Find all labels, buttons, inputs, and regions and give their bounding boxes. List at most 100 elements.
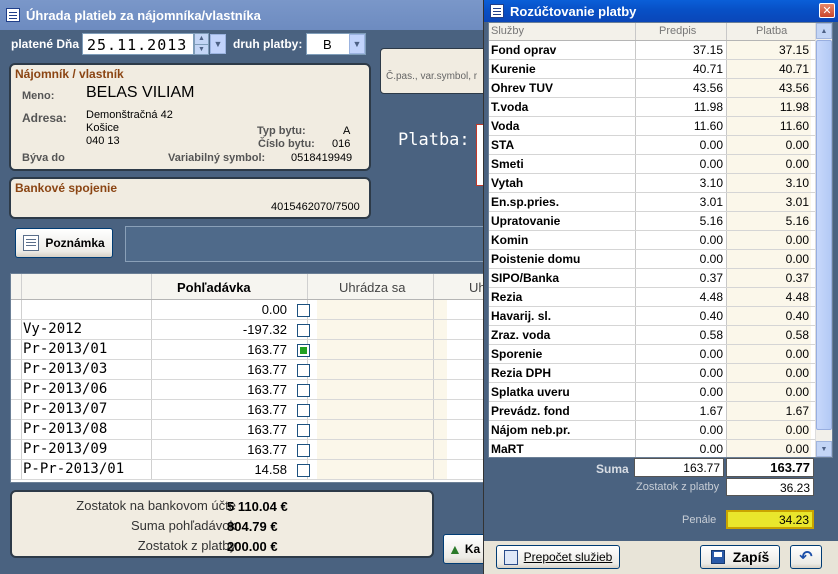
platba-cell[interactable]: 0.40: [727, 307, 811, 325]
spin-down-icon[interactable]: ▼: [195, 43, 208, 55]
chevron-down-icon[interactable]: ▼: [349, 34, 365, 54]
table-row[interactable]: Splatka uveru 0.00 0.00: [489, 383, 832, 402]
platba-cell[interactable]: 40.71: [727, 60, 811, 78]
table-row[interactable]: Pr-2013/03 163.77: [11, 360, 489, 380]
platba-cell[interactable]: 37.15: [727, 41, 811, 59]
platba-cell[interactable]: 0.00: [727, 383, 811, 401]
platba-cell[interactable]: 3.01: [727, 193, 811, 211]
payment-type-select[interactable]: B ▼: [306, 33, 366, 55]
table-row[interactable]: Pr-2013/09 163.77: [11, 440, 489, 460]
payment-type-label: druh platby:: [233, 37, 303, 51]
table-row[interactable]: Pr-2013/06 163.77: [11, 380, 489, 400]
platba-cell[interactable]: 0.58: [727, 326, 811, 344]
table-row[interactable]: Rezia DPH 0.00 0.00: [489, 364, 832, 383]
platba-cell[interactable]: 1.67: [727, 402, 811, 420]
platba-cell[interactable]: 0.00: [727, 345, 811, 363]
payment-window-titlebar[interactable]: Úhrada platieb za nájomníka/vlastníka: [0, 0, 490, 30]
recalculate-services-button[interactable]: Prepočet služieb: [496, 545, 620, 569]
payment-cell[interactable]: [317, 380, 447, 399]
table-row[interactable]: Pr-2013/01 163.77: [11, 340, 489, 360]
platba-cell[interactable]: 4.48: [727, 288, 811, 306]
row-checkbox[interactable]: [297, 444, 310, 457]
platba-cell[interactable]: 0.00: [727, 364, 811, 382]
tenant-panel: Nájomník / vlastník Meno: BELAS VILIAM A…: [9, 63, 371, 171]
payment-cell[interactable]: [317, 420, 447, 439]
table-row[interactable]: En.sp.pries. 3.01 3.01: [489, 193, 832, 212]
note-field[interactable]: [125, 226, 490, 262]
scroll-up-icon[interactable]: ▲: [816, 23, 832, 39]
table-row[interactable]: 0.00: [11, 300, 489, 320]
row-checkbox[interactable]: [297, 424, 310, 437]
platba-cell[interactable]: 11.98: [727, 98, 811, 116]
platba-cell[interactable]: 3.10: [727, 174, 811, 192]
table-row[interactable]: Smeti 0.00 0.00: [489, 155, 832, 174]
penalty-input[interactable]: 34.23: [726, 510, 814, 529]
table-row[interactable]: Pr-2013/08 163.77: [11, 420, 489, 440]
row-checkbox[interactable]: [297, 324, 310, 337]
scroll-thumb[interactable]: [816, 40, 832, 430]
table-row[interactable]: Vytah 3.10 3.10: [489, 174, 832, 193]
payment-cell[interactable]: [317, 360, 447, 379]
note-button[interactable]: Poznámka: [15, 228, 113, 258]
table-row[interactable]: Voda 11.60 11.60: [489, 117, 832, 136]
platba-cell[interactable]: 0.00: [727, 155, 811, 173]
table-row[interactable]: STA 0.00 0.00: [489, 136, 832, 155]
table-row[interactable]: Fond oprav 37.15 37.15: [489, 41, 832, 60]
table-row[interactable]: Kurenie 40.71 40.71: [489, 60, 832, 79]
payment-cell[interactable]: [317, 320, 447, 339]
date-spinner[interactable]: ▲ ▼: [194, 33, 209, 55]
payment-cell[interactable]: [317, 400, 447, 419]
col-header-platba[interactable]: Platba: [756, 25, 787, 37]
table-row[interactable]: Komin 0.00 0.00: [489, 231, 832, 250]
row-checkbox[interactable]: [297, 464, 310, 477]
table-row[interactable]: Ohrev TUV 43.56 43.56: [489, 79, 832, 98]
date-input[interactable]: 25.11.2013: [82, 33, 194, 55]
payment-cell[interactable]: [317, 340, 447, 359]
platba-cell[interactable]: 0.00: [727, 136, 811, 154]
undo-button[interactable]: ↶: [790, 545, 822, 569]
table-row[interactable]: Havarij. sl. 0.40 0.40: [489, 307, 832, 326]
row-checkbox[interactable]: [297, 344, 310, 357]
payment-cell[interactable]: [317, 300, 447, 319]
payment-cell[interactable]: [317, 440, 447, 459]
table-row[interactable]: Sporenie 0.00 0.00: [489, 345, 832, 364]
table-row[interactable]: Rezia 4.48 4.48: [489, 288, 832, 307]
search-box[interactable]: Č.pas., var.symbol, r: [380, 48, 490, 94]
allocation-window-titlebar[interactable]: Rozúčtovanie platby: [484, 0, 838, 22]
save-button[interactable]: Zapíš: [700, 545, 780, 569]
row-checkbox[interactable]: [297, 364, 310, 377]
platba-cell[interactable]: 0.00: [727, 440, 811, 457]
platba-cell[interactable]: 0.00: [727, 421, 811, 439]
close-icon[interactable]: ✕: [819, 3, 835, 18]
payment-cell[interactable]: [317, 460, 447, 479]
services-scrollbar[interactable]: ▲ ▼: [815, 23, 832, 457]
table-row[interactable]: P-Pr-2013/01 14.58: [11, 460, 489, 480]
table-row[interactable]: Zraz. voda 0.58 0.58: [489, 326, 832, 345]
table-row[interactable]: Pr-2013/07 163.77: [11, 400, 489, 420]
undo-icon: ↶: [799, 549, 813, 566]
col-header-services[interactable]: Služby: [491, 25, 524, 37]
table-row[interactable]: Poistenie domu 0.00 0.00: [489, 250, 832, 269]
platba-cell[interactable]: 0.00: [727, 250, 811, 268]
col-header-predpis[interactable]: Predpis: [659, 25, 696, 37]
platba-cell[interactable]: 11.60: [727, 117, 811, 135]
row-checkbox[interactable]: [297, 404, 310, 417]
scroll-down-icon[interactable]: ▼: [816, 441, 832, 457]
row-checkbox[interactable]: [297, 304, 310, 317]
table-row[interactable]: Nájom neb.pr. 0.00 0.00: [489, 421, 832, 440]
col-header-pohladavka[interactable]: Pohľadávka: [177, 280, 251, 295]
row-checkbox[interactable]: [297, 384, 310, 397]
table-row[interactable]: SIPO/Banka 0.37 0.37: [489, 269, 832, 288]
col-header-uhradza[interactable]: Uhrádza sa: [339, 280, 405, 295]
spin-up-icon[interactable]: ▲: [195, 34, 208, 44]
platba-cell[interactable]: 43.56: [727, 79, 811, 97]
table-row[interactable]: Prevádz. fond 1.67 1.67: [489, 402, 832, 421]
platba-cell[interactable]: 0.00: [727, 231, 811, 249]
table-row[interactable]: Vy-2012 -197.32: [11, 320, 489, 340]
platba-cell[interactable]: 0.37: [727, 269, 811, 287]
table-row[interactable]: MaRT 0.00 0.00: [489, 440, 832, 457]
date-dropdown-icon[interactable]: ▼: [210, 34, 226, 54]
table-row[interactable]: T.voda 11.98 11.98: [489, 98, 832, 117]
table-row[interactable]: Upratovanie 5.16 5.16: [489, 212, 832, 231]
platba-cell[interactable]: 5.16: [727, 212, 811, 230]
